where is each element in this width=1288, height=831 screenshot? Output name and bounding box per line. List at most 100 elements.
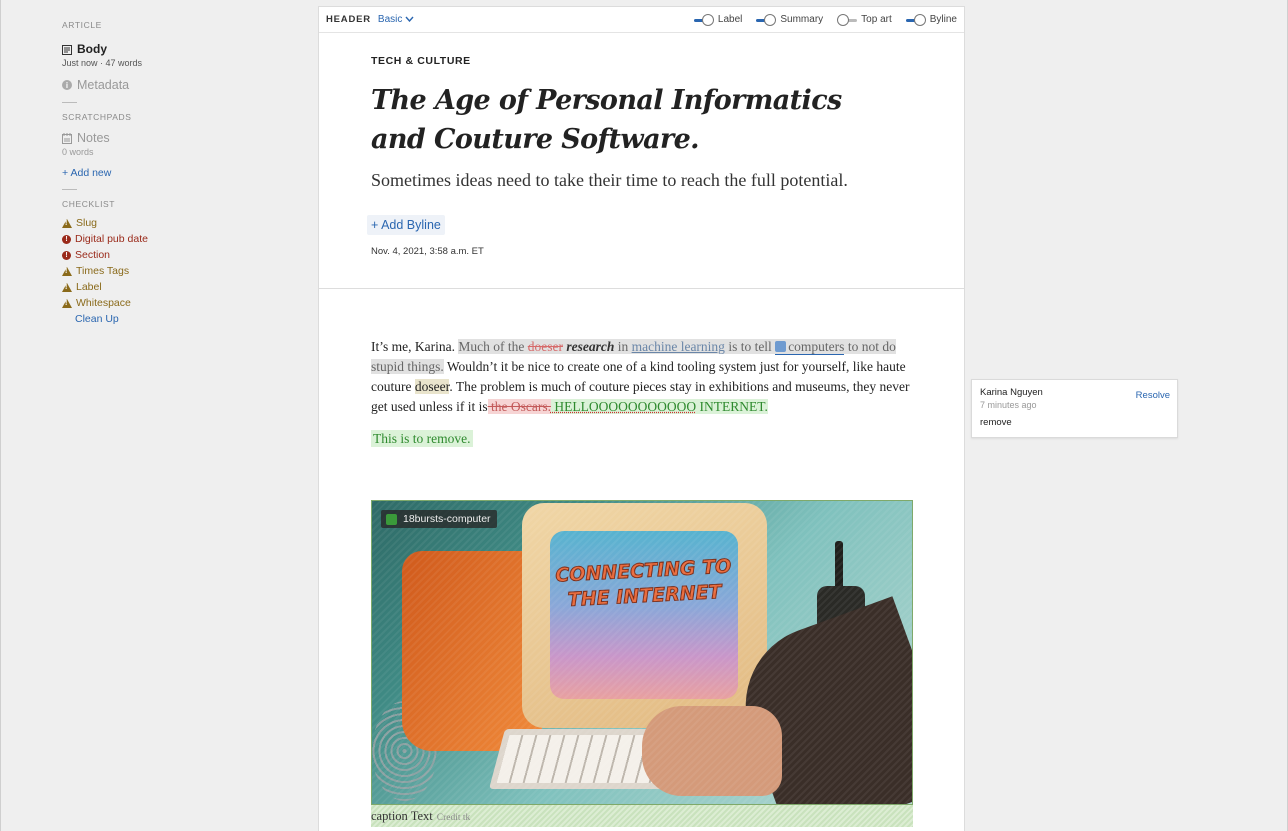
checklist-item[interactable]: Whitespace: [62, 295, 262, 311]
checklist-item-label: Section: [75, 249, 110, 261]
info-icon: i: [62, 80, 72, 90]
error-icon: !: [62, 251, 71, 260]
caption-text: caption Text: [371, 809, 433, 823]
checklist-item[interactable]: Times Tags: [62, 263, 262, 279]
flagged-word[interactable]: doseer: [415, 379, 450, 394]
checklist-item[interactable]: ! Digital pub date: [62, 231, 262, 247]
toggle-byline[interactable]: Byline: [906, 14, 957, 26]
article-image[interactable]: CONNECTING TO THE INTERNET 18bursts-comp…: [371, 500, 913, 805]
hand-graphic: [642, 706, 782, 796]
checklist-item-label: Digital pub date: [75, 233, 148, 245]
article-section-title: ARTICLE: [62, 20, 262, 30]
divider: [62, 189, 77, 190]
comment-time: 7 minutes ago: [980, 400, 1169, 410]
phone-antenna-graphic: [835, 541, 843, 591]
warning-icon: [62, 299, 72, 308]
header-mode-dropdown[interactable]: Basic: [378, 14, 414, 25]
image-slug-label[interactable]: 18bursts-computer: [381, 510, 497, 528]
toggle-label[interactable]: Label: [694, 14, 742, 26]
computer-case-graphic: [402, 551, 542, 751]
removed-paragraph[interactable]: This is to remove.: [371, 431, 473, 447]
text-run: It’s me, Karina.: [371, 339, 458, 354]
checklist-item-label: Times Tags: [76, 265, 129, 277]
toggle-label: Summary: [780, 14, 823, 25]
monitor-graphic: CONNECTING TO THE INTERNET: [522, 503, 767, 728]
toggle-label: Label: [718, 14, 742, 25]
checklist-item-label: Label: [76, 281, 102, 293]
header-toggles: Label Summary Top art Byline: [694, 14, 957, 26]
body-meta: Just now · 47 words: [62, 58, 262, 68]
deleted-text: the Oscars.: [488, 399, 551, 414]
header-mode-value: Basic: [378, 14, 402, 25]
comment-message: remove: [980, 417, 1169, 428]
misspelled-word[interactable]: HELLOOOOOOOOOOO: [551, 399, 696, 414]
notes-meta: 0 words: [62, 147, 262, 157]
toggle-switch-icon: [906, 14, 926, 26]
add-new-scratchpad-button[interactable]: + Add new: [62, 167, 262, 179]
checklist-item[interactable]: ! Section: [62, 247, 262, 263]
text-run: is to tell: [725, 339, 775, 354]
inserted-text: HELLOOOOOOOOOOO INTERNET.: [551, 399, 768, 414]
window-left-edge: [0, 0, 1, 831]
sidebar-item-body[interactable]: Body: [62, 42, 262, 56]
toggle-top-art[interactable]: Top art: [837, 14, 892, 26]
checklist-item[interactable]: Slug: [62, 215, 262, 231]
header-divider: [319, 288, 964, 289]
article-kicker[interactable]: TECH & CULTURE: [371, 55, 471, 67]
clean-up-button[interactable]: Clean Up: [75, 313, 262, 325]
tagged-term[interactable]: computers: [775, 339, 844, 355]
text-run: INTERNET.: [696, 399, 768, 414]
comment-card[interactable]: Karina Nguyen 7 minutes ago Resolve remo…: [971, 379, 1178, 438]
toggle-switch-icon: [837, 14, 857, 26]
checklist-item[interactable]: Label: [62, 279, 262, 295]
image-status-icon: [386, 514, 397, 525]
inserted-text: This is to remove.: [371, 430, 473, 447]
article-editor: HEADER Basic Label Summary Top art Byline T…: [318, 6, 965, 831]
arm-graphic: [723, 596, 913, 805]
phone-graphic: [817, 586, 865, 696]
sidebar-item-metadata[interactable]: i Metadata: [62, 78, 262, 92]
notepad-icon: [62, 133, 72, 144]
resolve-button[interactable]: Resolve: [1136, 390, 1170, 401]
tagged-term-text: computers: [788, 339, 844, 354]
document-icon: [62, 44, 72, 54]
image-caption[interactable]: caption Text Credit tk: [371, 805, 913, 827]
toggle-switch-icon: [694, 14, 714, 26]
body-paragraph[interactable]: It’s me, Karina. Much of the doeser rese…: [371, 337, 916, 417]
checklist-item-label: Whitespace: [76, 297, 131, 309]
add-byline-button[interactable]: + Add Byline: [367, 215, 445, 235]
caption-credit: Credit tk: [437, 813, 471, 823]
article-dateline: Nov. 4, 2021, 3:58 a.m. ET: [371, 246, 484, 257]
text-run: Much of the: [458, 339, 527, 354]
checkbox-icon: [775, 341, 786, 352]
toggle-label: Byline: [930, 14, 957, 25]
deleted-text: doeser: [528, 339, 563, 354]
error-icon: !: [62, 235, 71, 244]
image-slug-text: 18bursts-computer: [403, 513, 491, 525]
screen-graphic: CONNECTING TO THE INTERNET: [550, 531, 738, 699]
article-headline[interactable]: The Age of Personal Informatics and Cout…: [371, 81, 891, 159]
header-toolbar: HEADER Basic Label Summary Top art Byline: [319, 7, 964, 33]
divider: [62, 102, 77, 103]
sidebar: ARTICLE Body Just now · 47 words i Metad…: [62, 20, 262, 325]
keyboard-graphic: [489, 729, 775, 789]
slinky-graphic: [372, 701, 437, 801]
toggle-label: Top art: [861, 14, 892, 25]
toggle-summary[interactable]: Summary: [756, 14, 823, 26]
scratchpads-section-title: SCRATCHPADS: [62, 112, 262, 122]
checklist-item-label: Slug: [76, 217, 97, 229]
bold-italic-text: research: [566, 339, 614, 354]
warning-icon: [62, 219, 72, 228]
sidebar-item-label: Notes: [77, 131, 110, 145]
checklist-section-title: CHECKLIST: [62, 199, 262, 209]
inline-link[interactable]: machine learning: [632, 339, 725, 354]
header-label: HEADER: [326, 14, 371, 25]
toggle-switch-icon: [756, 14, 776, 26]
sidebar-item-label: Metadata: [77, 78, 129, 92]
sidebar-item-label: Body: [77, 42, 107, 56]
text-run: in: [614, 339, 631, 354]
article-summary[interactable]: Sometimes ideas need to take their time …: [371, 170, 848, 191]
screen-text: CONNECTING TO THE INTERNET: [550, 554, 738, 614]
sidebar-item-notes[interactable]: Notes: [62, 131, 262, 145]
chevron-down-icon: [405, 14, 414, 25]
